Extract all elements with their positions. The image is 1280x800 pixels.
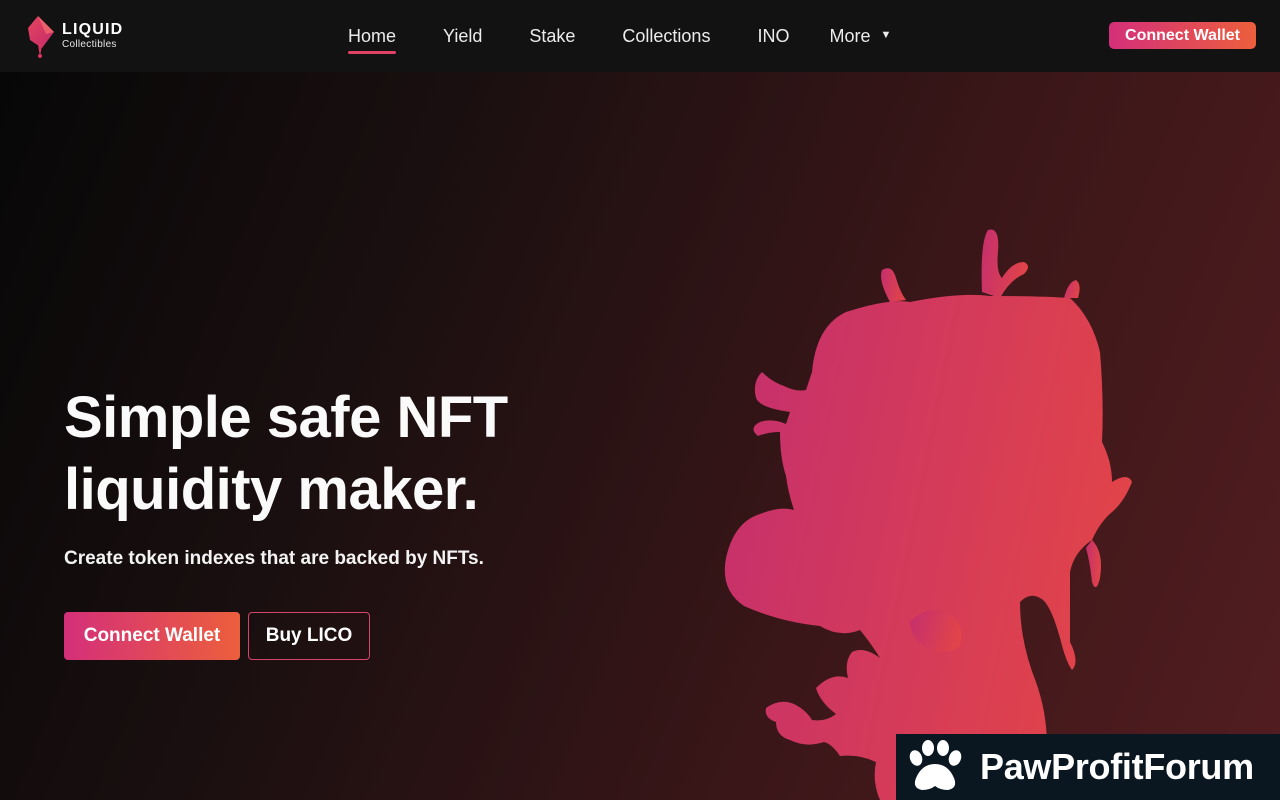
brand-logo[interactable]: LIQUID Collectibles	[24, 14, 123, 58]
watermark-text: PawProfitForum	[980, 746, 1254, 787]
nav-item-more-label: More	[829, 25, 871, 46]
connect-wallet-hero-button[interactable]: Connect Wallet	[64, 612, 240, 660]
hero-title: Simple safe NFT liquidity maker.	[64, 385, 508, 522]
character-silhouette-icon	[724, 229, 1132, 800]
paw-icon	[909, 740, 962, 790]
nav-item-more[interactable]: More ▼	[829, 0, 891, 72]
hero-subtitle: Create token indexes that are backed by …	[64, 548, 484, 569]
top-navbar: LIQUID Collectibles Home Yield Stake Col…	[0, 0, 1280, 72]
main-nav: Home Yield Stake Collections INO More ▼	[348, 0, 891, 72]
brand-tagline: Collectibles	[62, 39, 117, 50]
nav-item-stake[interactable]: Stake	[529, 0, 575, 72]
brand-name: LIQUID	[62, 21, 124, 38]
nav-item-yield[interactable]: Yield	[443, 0, 482, 72]
watermark-banner: PawProfitForum	[896, 734, 1280, 800]
buy-lico-button[interactable]: Buy LICO	[248, 612, 370, 660]
nav-item-ino[interactable]: INO	[757, 0, 789, 72]
caret-down-icon: ▼	[880, 29, 892, 41]
nav-item-home[interactable]: Home	[348, 0, 397, 72]
hero-section: Simple safe NFT liquidity maker. Create …	[0, 72, 1280, 800]
nav-item-collections[interactable]: Collections	[622, 0, 710, 72]
connect-wallet-nav-button[interactable]: Connect Wallet	[1109, 22, 1256, 49]
liquid-logo-icon	[28, 16, 54, 58]
